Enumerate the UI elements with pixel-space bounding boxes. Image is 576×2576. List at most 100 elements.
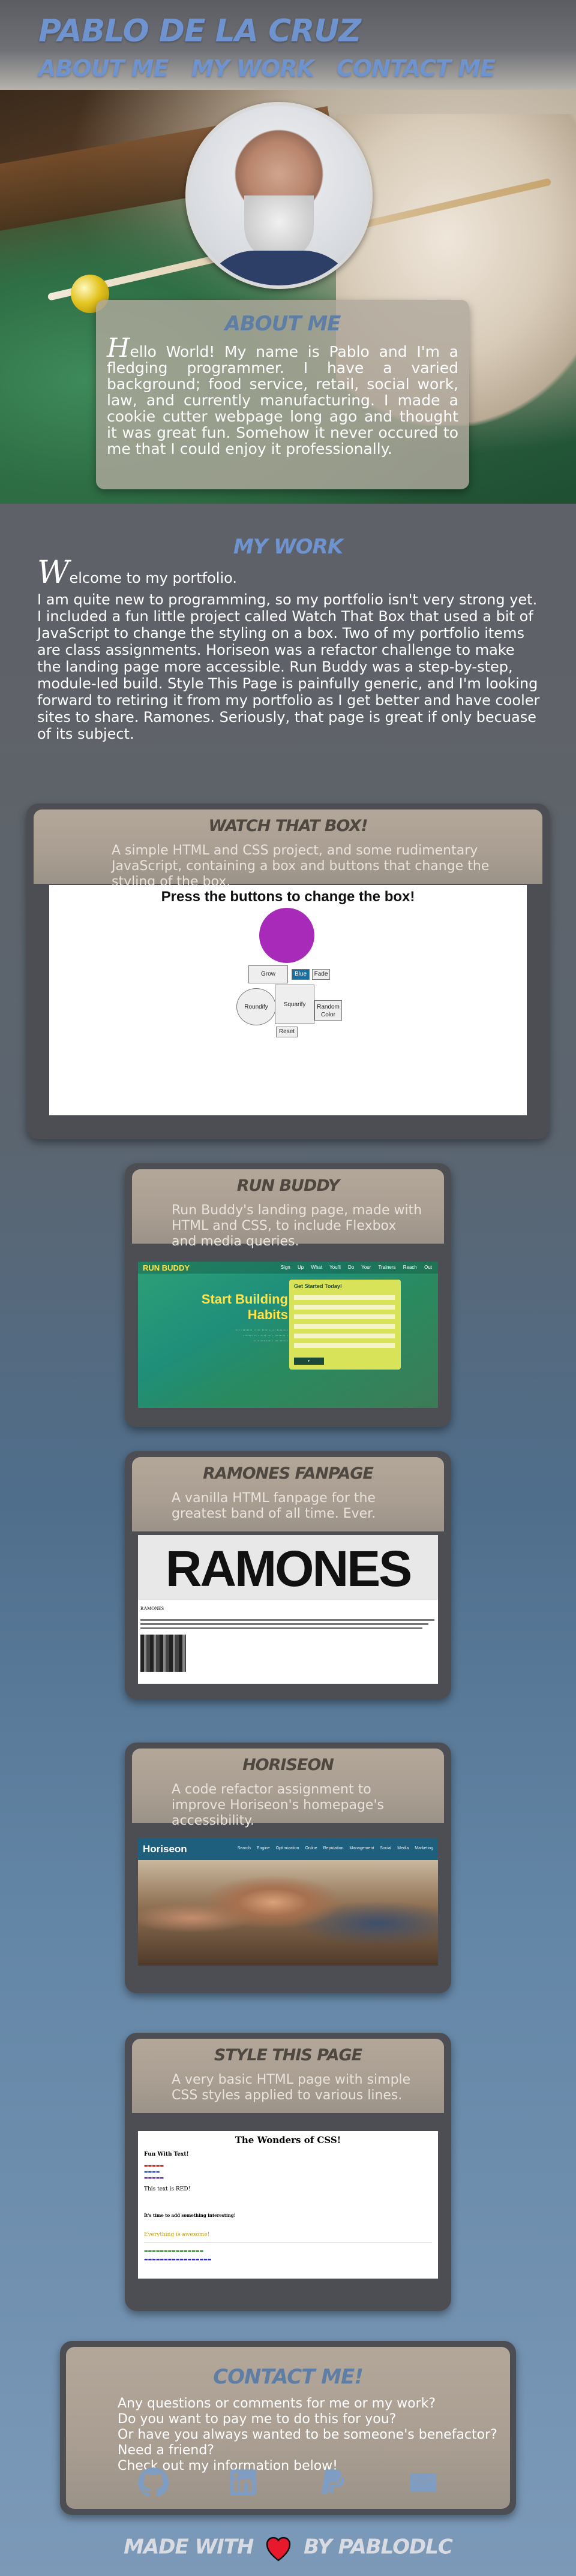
project-description: A code refactor assignment to improve Ho…: [172, 1782, 384, 1828]
footer-by: BY PABLODLC: [304, 2535, 453, 2559]
wtb-reset-button[interactable]: Reset: [276, 1027, 298, 1037]
project-description: A very basic HTML page with simple CSS s…: [172, 2072, 411, 2103]
wtb-grow-button[interactable]: Grow: [248, 965, 288, 983]
rb-signup-form: Get Started Today! ▸: [289, 1280, 401, 1370]
stp-line: ▬▬▬▬▬▬▬▬▬▬▬▬▬▬▬: [144, 2249, 204, 2253]
project-description: A simple HTML and CSS project, and some …: [112, 843, 490, 889]
nav-my-work[interactable]: MY WORK: [191, 55, 314, 82]
wtb-box: [259, 908, 314, 963]
project-card-watch-that-box[interactable]: WATCH THAT BOX! A simple HTML and CSS pr…: [26, 804, 550, 1139]
ramones-text-line: [140, 1619, 434, 1621]
nav-about-me[interactable]: ABOUT ME: [38, 55, 169, 82]
heart-icon: [266, 2536, 291, 2562]
about-me-card: ABOUT ME Hello World! My name is Pablo a…: [96, 300, 469, 489]
rb-form-field: [294, 1295, 395, 1300]
paypal-icon[interactable]: [317, 2467, 349, 2498]
project-card-style-this-page[interactable]: STYLE THIS PAGE A very basic HTML page w…: [125, 2033, 451, 2311]
project-screenshot[interactable]: Horiseon Search Engine Optimization Onli…: [138, 1838, 438, 1966]
contact-line: Or have you always wanted to be someone'…: [118, 2427, 497, 2442]
stp-line: ▬▬▬▬▬: [144, 2163, 164, 2168]
ramones-photo: [140, 1635, 186, 1672]
rb-nav-links: Sign Up What You'll Do Your Trainers Rea…: [280, 1265, 432, 1270]
project-header: RUN BUDDY Run Buddy's landing page, made…: [132, 1169, 444, 1249]
wtb-roundify-button[interactable]: Roundify: [236, 988, 276, 1025]
contact-text: Any questions or comments for me or my w…: [118, 2396, 497, 2474]
stp-line: It's time to add something interesting!: [144, 2213, 236, 2218]
ramones-text-line: [140, 1623, 428, 1625]
contact-line: Do you want to pay me to do this for you…: [118, 2412, 397, 2427]
stp-line: Everything is awesome!: [144, 2232, 210, 2238]
horiseon-navbar: Horiseon Search Engine Optimization Onli…: [138, 1838, 438, 1860]
stp-line: This text is RED!: [144, 2186, 191, 2192]
project-screenshot[interactable]: The Wonders of CSS! Fun With Text! ▬▬▬▬▬…: [138, 2131, 438, 2279]
linkedin-icon[interactable]: [227, 2467, 259, 2498]
rb-form-field: [294, 1305, 395, 1310]
contact-card: CONTACT ME! Any questions or comments fo…: [60, 2341, 516, 2515]
ramones-banner: RAMONES: [138, 1535, 438, 1600]
about-me-text: Hello World! My name is Pablo and I'm a …: [107, 335, 458, 458]
contact-icons: [66, 2467, 510, 2498]
contact-line: Need a friend?: [118, 2443, 214, 2458]
site-footer: MADE WITH BY PABLODLC: [0, 2534, 576, 2562]
wtb-squarify-button[interactable]: Squarify: [275, 985, 314, 1024]
footer-made-with: MADE WITH: [124, 2535, 254, 2559]
rb-form-field: [294, 1343, 395, 1348]
wtb-fade-button[interactable]: Fade: [312, 969, 330, 980]
wtb-heading: Press the buttons to change the box!: [161, 889, 415, 905]
work-body: I am quite new to programming, so my por…: [37, 591, 540, 742]
stp-line: ▬▬▬▬▬: [144, 2175, 164, 2180]
github-icon[interactable]: [137, 2467, 169, 2498]
ramones-logo: RAMONES: [165, 1540, 412, 1597]
stp-line: ▬▬▬▬▬▬▬▬▬▬▬▬▬▬▬▬▬: [144, 2257, 212, 2262]
rb-form-title: Get Started Today!: [294, 1283, 342, 1289]
project-screenshot[interactable]: RAMONES RAMONES: [138, 1535, 438, 1684]
rb-form-field: [294, 1334, 395, 1338]
wtb-blue-button[interactable]: Blue: [292, 969, 310, 980]
wtb-random-color-button[interactable]: Random Color: [314, 1000, 342, 1021]
project-description: A vanilla HTML fanpage for the greatest …: [172, 1491, 376, 1521]
nav-contact-me[interactable]: CONTACT ME: [337, 55, 496, 82]
project-screenshot[interactable]: Press the buttons to change the box! Gro…: [49, 885, 527, 1115]
site-header: PABLO DE LA CRUZ ABOUT ME MY WORK CONTAC…: [0, 0, 576, 90]
about-body: ello World! My name is Pablo and I'm a f…: [107, 343, 458, 458]
project-title: RUN BUDDY: [236, 1176, 340, 1195]
project-title: HORISEON: [242, 1756, 334, 1774]
avatar-shirt: [201, 251, 357, 285]
ramones-subheading: RAMONES: [140, 1606, 164, 1611]
contact-heading: CONTACT ME!: [213, 2365, 364, 2389]
site-title: PABLO DE LA CRUZ: [38, 13, 361, 49]
horiseon-nav-links: Search Engine Optimization Online Reputa…: [237, 1846, 433, 1850]
project-description: Run Buddy's landing page, made with HTML…: [172, 1203, 422, 1249]
ramones-text-line: [140, 1627, 422, 1629]
my-work-heading: MY WORK: [233, 535, 343, 559]
project-header: STYLE THIS PAGE A very basic HTML page w…: [132, 2039, 444, 2113]
project-screenshot[interactable]: RUN BUDDY Sign Up What You'll Do Your Tr…: [138, 1262, 438, 1408]
project-title: STYLE THIS PAGE: [214, 2046, 362, 2065]
work-dropcap: W: [37, 555, 70, 591]
stp-line: ▬▬▬▬: [144, 2169, 160, 2174]
stp-heading: The Wonders of CSS!: [235, 2135, 341, 2145]
profile-avatar: [185, 102, 373, 289]
horiseon-logo: Horiseon: [143, 1843, 187, 1855]
rb-form-submit: ▸: [294, 1358, 324, 1365]
rb-form-field: [294, 1314, 395, 1319]
contact-line: Any questions or comments for me or my w…: [118, 2396, 436, 2411]
project-header: WATCH THAT BOX! A simple HTML and CSS pr…: [34, 809, 542, 889]
project-header: HORISEON A code refactor assignment to i…: [132, 1749, 444, 1828]
contact-inner: CONTACT ME! Any questions or comments fo…: [66, 2347, 510, 2509]
about-me-heading: ABOUT ME: [224, 312, 341, 336]
rb-logo: RUN BUDDY: [143, 1263, 190, 1272]
project-card-run-buddy[interactable]: RUN BUDDY Run Buddy's landing page, made…: [125, 1163, 451, 1427]
stp-line: Fun With Text!: [144, 2151, 189, 2157]
project-title: RAMONES FANPAGE: [203, 1464, 374, 1483]
work-welcome-text: elcome to my portfolio.: [69, 570, 238, 586]
my-work-intro: Welcome to my portfolio. I am quite new …: [37, 557, 540, 742]
project-card-ramones[interactable]: RAMONES FANPAGE A vanilla HTML fanpage f…: [125, 1451, 451, 1699]
mail-icon[interactable]: [407, 2467, 439, 2498]
rb-form-field: [294, 1324, 395, 1329]
rb-hero-subtext: ··· ········ ····· ·········· ········ ··…: [235, 1328, 288, 1343]
main-nav: ABOUT ME MY WORK CONTACT ME: [38, 55, 496, 82]
project-header: RAMONES FANPAGE A vanilla HTML fanpage f…: [132, 1457, 444, 1531]
rb-hero-text: Start Building Habits: [201, 1292, 288, 1322]
project-card-horiseon[interactable]: HORISEON A code refactor assignment to i…: [125, 1743, 451, 1993]
